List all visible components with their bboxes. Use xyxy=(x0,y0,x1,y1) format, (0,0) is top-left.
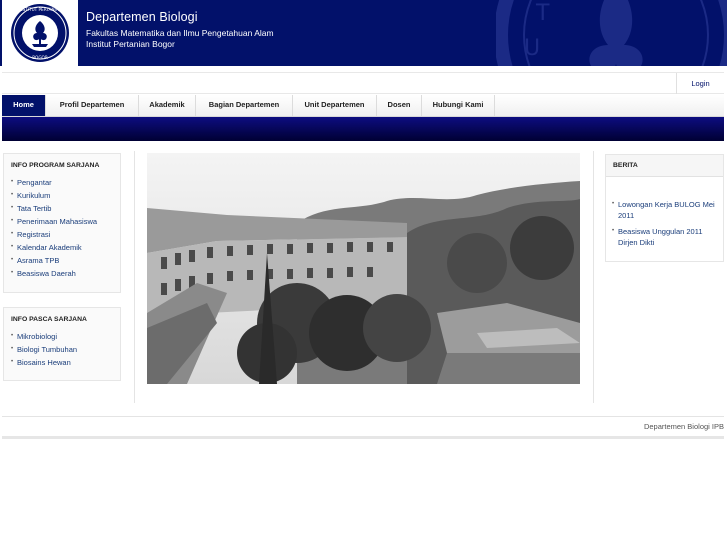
campus-photo-image xyxy=(147,153,580,384)
sidebar-item-penerimaan-mahasiswa[interactable]: Penerimaan Mahasiswa xyxy=(11,215,120,228)
nav-band xyxy=(2,117,724,141)
panel-pasca-sarjana: INFO PASCA SARJANA Mikrobiologi Biologi … xyxy=(3,307,121,381)
nav-home[interactable]: Home xyxy=(2,95,46,116)
sidebar-item-mikrobiologi[interactable]: Mikrobiologi xyxy=(11,330,120,343)
panel-title-pasca: INFO PASCA SARJANA xyxy=(11,316,87,323)
nav-dosen[interactable]: Dosen xyxy=(377,95,422,116)
news-list: Lowongan Kerja BULOG Mei 2011 Beasiswa U… xyxy=(606,177,723,248)
site-footer: Departemen Biologi IPB xyxy=(2,416,724,436)
pasca-links: Mikrobiologi Biologi Tumbuhan Biosains H… xyxy=(4,330,120,369)
sidebar-item-asrama-tpb[interactable]: Asrama TPB xyxy=(11,254,120,267)
nav-akademik[interactable]: Akademik xyxy=(139,95,196,116)
news-item-beasiswa-unggulan[interactable]: Beasiswa Unggulan 2011 Dirjen Dikti xyxy=(612,226,719,248)
column-divider-left xyxy=(134,151,135,403)
sidebar-item-pengantar[interactable]: Pengantar xyxy=(11,176,120,189)
site-subtitle-faculty: Fakultas Matematika dan Ilmu Pengetahuan… xyxy=(86,28,274,38)
header-text: Departemen Biologi Fakultas Matematika d… xyxy=(86,10,274,50)
footer-text: Departemen Biologi IPB xyxy=(643,422,724,431)
svg-text:U: U xyxy=(524,36,540,61)
sidebar-item-beasiswa-daerah[interactable]: Beasiswa Daerah xyxy=(11,267,120,280)
footer-bar xyxy=(2,436,724,439)
main-nav: Home Profil Departemen Akademik Bagian D… xyxy=(2,95,724,117)
news-title: BERITA xyxy=(606,155,723,177)
column-divider-right xyxy=(593,151,594,403)
nav-unit-departemen[interactable]: Unit Departemen xyxy=(293,95,377,116)
nav-hubungi-kami[interactable]: Hubungi Kami xyxy=(422,95,495,116)
ipb-seal-icon: INSTITUT PERTANIAN BOGOR xyxy=(11,4,69,62)
campus-photo xyxy=(147,153,580,384)
sidebar-item-kalendar-akademik[interactable]: Kalendar Akademik xyxy=(11,241,120,254)
site-title: Departemen Biologi xyxy=(86,10,198,24)
nav-profil-departemen[interactable]: Profil Departemen xyxy=(46,95,139,116)
logo-text-bottom: BOGOR xyxy=(32,55,48,60)
svg-text:T: T xyxy=(535,1,550,26)
news-item-lowongan-bulog[interactable]: Lowongan Kerja BULOG Mei 2011 xyxy=(612,199,719,221)
sarjana-links: Pengantar Kurikulum Tata Tertib Penerima… xyxy=(4,176,120,280)
nav-bagian-departemen[interactable]: Bagian Departemen xyxy=(196,95,293,116)
news-panel: BERITA Lowongan Kerja BULOG Mei 2011 Bea… xyxy=(605,154,724,262)
ipb-logo[interactable]: INSTITUT PERTANIAN BOGOR xyxy=(2,0,78,66)
sidebar-item-kurikulum[interactable]: Kurikulum xyxy=(11,189,120,202)
top-utility-bar: Login xyxy=(2,72,724,94)
watermark-seal-icon: T U xyxy=(496,0,727,66)
sidebar-item-biologi-tumbuhan[interactable]: Biologi Tumbuhan xyxy=(11,343,120,356)
site-header: INSTITUT PERTANIAN BOGOR Departemen Biol… xyxy=(0,0,727,66)
logo-text-top: INSTITUT PERTANIAN xyxy=(18,7,62,12)
sidebar-item-registrasi[interactable]: Registrasi xyxy=(11,228,120,241)
panel-program-sarjana: INFO PROGRAM SARJANA Pengantar Kurikulum… xyxy=(3,153,121,293)
sidebar-item-tata-tertib[interactable]: Tata Tertib xyxy=(11,202,120,215)
login-link[interactable]: Login xyxy=(676,73,724,94)
site-subtitle-institute: Institut Pertanian Bogor xyxy=(86,39,175,49)
sidebar-item-biosains-hewan[interactable]: Biosains Hewan xyxy=(11,356,120,369)
panel-title-sarjana: INFO PROGRAM SARJANA xyxy=(11,162,100,169)
